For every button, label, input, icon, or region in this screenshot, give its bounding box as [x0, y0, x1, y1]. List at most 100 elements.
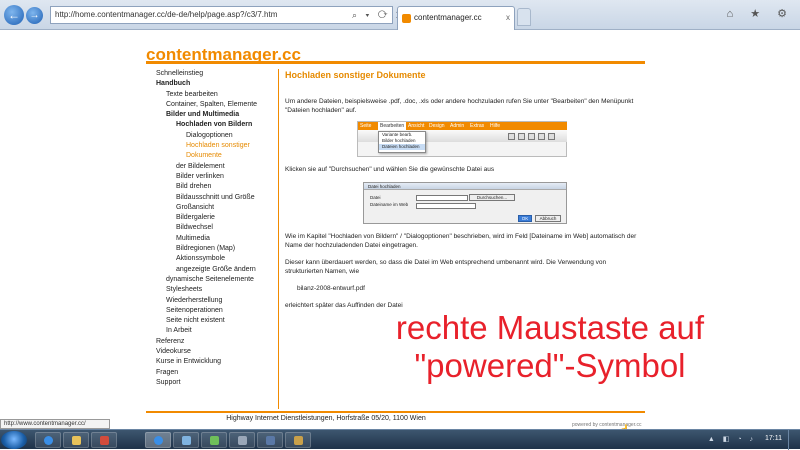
overlay-line-1: rechte Maustaste auf — [395, 309, 705, 346]
sidebar-item[interactable]: Videokurse — [146, 347, 278, 357]
paragraph-3: Wie im Kapitel "Hochladen von Bildern" /… — [285, 233, 637, 249]
address-bar[interactable]: http://home.contentmanager.cc/de-de/help… — [50, 6, 393, 24]
sidebar-item[interactable]: Bilder und Multimedia — [146, 110, 278, 120]
forward-button[interactable]: → — [26, 7, 43, 24]
folder-icon — [72, 436, 81, 445]
sidebar-item[interactable]: angezeigte Größe ändern — [146, 265, 278, 275]
sidebar-item[interactable]: Referenz — [146, 337, 278, 347]
menu-item-ansicht: Ansicht — [408, 123, 425, 129]
sidebar-item[interactable]: Support — [146, 378, 278, 388]
sidebar-item[interactable]: Bildergalerie — [146, 213, 278, 223]
menu-item-bearbeiten: Bearbeiten — [378, 122, 407, 130]
sidebar-item[interactable]: Großansicht — [146, 203, 278, 213]
dialog-title: Datei hochladen — [364, 183, 566, 190]
sidebar-item[interactable]: Bildregionen (Map) — [146, 244, 278, 254]
sidebar-item[interactable]: Wiederherstellung — [146, 296, 278, 306]
ie-icon — [44, 436, 53, 445]
taskbar-explorer-button[interactable] — [63, 432, 89, 448]
back-button[interactable]: ← — [4, 5, 24, 25]
paragraph-4: Dieser kann überdauert werden, so dass d… — [285, 259, 607, 275]
taskbar-window-button[interactable] — [257, 432, 283, 448]
new-tab-button[interactable] — [517, 8, 531, 26]
paragraph-2: Klicken sie auf "Durchsuchen" und wählen… — [285, 166, 495, 173]
main-content: Hochladen sonstiger Dokumente Um andere … — [285, 71, 645, 318]
tab-title: contentmanager.cc — [414, 13, 482, 22]
example-filename: bilanz-2008-entwurf.pdf — [297, 285, 365, 292]
sidebar-item[interactable]: In Arbeit — [146, 326, 278, 336]
edit-dropdown-menu: Variante bearb. Bilder hochladen Dateien… — [378, 131, 426, 153]
footer-divider — [146, 411, 645, 413]
ie-icon — [154, 436, 163, 445]
sidebar-item[interactable]: Bildwechsel — [146, 223, 278, 233]
menu-item-hilfe: Hilfe — [490, 123, 501, 129]
toolbar-grid-icon — [518, 133, 525, 140]
toolbar-link-icon — [538, 133, 545, 140]
instruction-overlay: rechte Maustaste auf "powered"-Symbol — [340, 309, 760, 385]
page-heading: Hochladen sonstiger Dokumente — [285, 70, 426, 80]
show-desktop-button[interactable] — [788, 430, 800, 450]
sidebar-item[interactable]: Bildausschnitt und Größe — [146, 193, 278, 203]
window-icon — [266, 436, 275, 445]
taskbar: ▲ ◧ ◔ ♪ 17:11 — [0, 429, 800, 450]
menu-screenshot: Seite Bearbeiten Ansicht Design Admin Ex… — [357, 121, 567, 157]
sidebar-item[interactable]: Stylesheets — [146, 285, 278, 295]
window-icon — [210, 436, 219, 445]
browser-toolbar: ← → http://home.contentmanager.cc/de-de/… — [0, 0, 800, 30]
sidebar-item[interactable]: Kurse in Entwicklung — [146, 357, 278, 367]
sidebar-item[interactable]: Fragen — [146, 368, 278, 378]
taskbar-window-button[interactable] — [173, 432, 199, 448]
sidebar-item[interactable]: Hochladen von Bildern — [146, 120, 278, 130]
sidebar-item[interactable]: Container, Spalten, Elemente — [146, 100, 278, 110]
taskbar-window-button[interactable] — [285, 432, 311, 448]
taskbar-app-button[interactable] — [91, 432, 117, 448]
dialog-webname-input — [416, 203, 476, 209]
taskbar-clock[interactable]: 17:11 — [765, 435, 782, 442]
footer-address: Highway Internet Dienstleistungen, Horfs… — [226, 415, 426, 422]
menu-item-design: Design — [429, 123, 445, 129]
paragraph-1: Um andere Dateien, beispielsweise .pdf, … — [285, 98, 634, 114]
upload-dialog-screenshot: Datei hochladen Datei Dateiname im Web D… — [363, 182, 567, 224]
sidebar-item[interactable]: Seite nicht existent — [146, 316, 278, 326]
sidebar-divider — [278, 69, 279, 409]
sidebar-item[interactable]: dynamische Seitenelemente — [146, 275, 278, 285]
taskbar-window-button[interactable] — [229, 432, 255, 448]
sidebar-item[interactable]: Bilder verlinken — [146, 172, 278, 182]
sidebar-item[interactable]: Hochladen sonstiger — [146, 141, 278, 151]
sidebar-item[interactable]: Dialogoptionen — [146, 131, 278, 141]
dialog-file-input — [416, 195, 468, 201]
dialog-cancel-button: Abbruch — [535, 215, 561, 222]
browser-tab[interactable]: contentmanager.cc x — [397, 6, 515, 30]
dialog-label-webname: Dateiname im Web — [370, 202, 409, 207]
status-bar-url: http://www.contentmanager.cc/ — [0, 419, 110, 429]
sidebar-item[interactable]: Seitenoperationen — [146, 306, 278, 316]
taskbar-window-button[interactable] — [201, 432, 227, 448]
powered-by-link[interactable]: powered by contentmanager.cc — [572, 422, 642, 428]
taskbar-active-ie-button[interactable] — [145, 432, 171, 448]
sidebar-item[interactable]: Handbuch — [146, 79, 278, 89]
sidebar-item[interactable]: Dokumente — [146, 151, 278, 161]
menu-item-seite: Seite — [360, 123, 372, 129]
dialog-ok-button: OK — [518, 215, 532, 222]
app-icon — [100, 436, 109, 445]
sidebar-item[interactable]: Multimedia — [146, 234, 278, 244]
tab-close-icon[interactable]: x — [506, 7, 510, 29]
browser-tools-icons[interactable]: ⌂ ★ ⚙ — [727, 7, 794, 20]
site-favicon-icon — [402, 14, 411, 23]
page-viewport: contentmanager.cc Schnelleinstieg Handbuc… — [0, 31, 800, 429]
menu-item-admin: Admin — [450, 123, 465, 129]
toolbar-table-icon — [508, 133, 515, 140]
dialog-label-file: Datei — [370, 195, 381, 200]
sidebar-item[interactable]: Schnelleinstieg — [146, 69, 278, 79]
system-tray-icons[interactable]: ▲ ◧ ◔ ♪ — [708, 435, 756, 443]
start-button[interactable] — [1, 431, 27, 449]
toolbar-list-icon — [548, 133, 555, 140]
sidebar-item[interactable]: Bild drehen — [146, 182, 278, 192]
overlay-line-2: "powered"-Symbol — [414, 347, 686, 384]
sidebar-nav: Schnelleinstieg Handbuch Texte bearbeiten C… — [146, 69, 278, 388]
taskbar-ie-button[interactable] — [35, 432, 61, 448]
sidebar-item[interactable]: Texte bearbeiten — [146, 90, 278, 100]
toolbar-image-icon — [528, 133, 535, 140]
sidebar-item[interactable]: der Bildelement — [146, 162, 278, 172]
sidebar-item[interactable]: Aktionssymbole — [146, 254, 278, 264]
menu-bar: Seite Bearbeiten Ansicht Design Admin Ex… — [358, 122, 567, 130]
